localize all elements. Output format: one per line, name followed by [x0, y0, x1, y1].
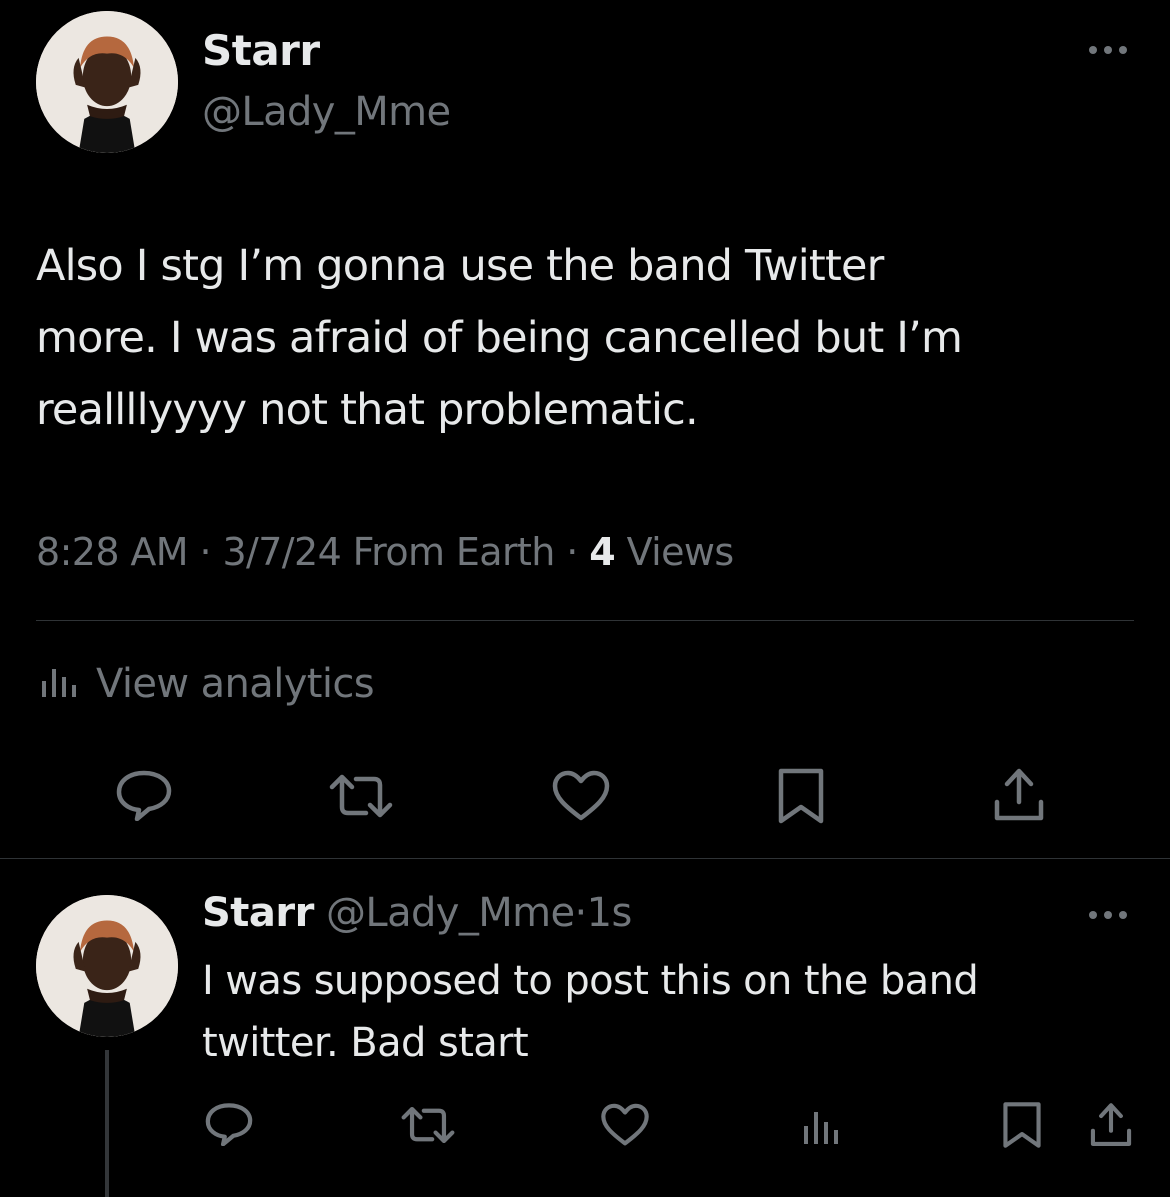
tweet-text-line: twitter. Bad start — [202, 1020, 529, 1066]
tweet-text-line: I was supposed to post this on the band — [202, 958, 979, 1004]
divider — [0, 858, 1170, 859]
tweet-time[interactable]: 8:28 AM — [36, 530, 189, 574]
views-count: 4 — [589, 530, 616, 574]
bookmark-icon[interactable] — [777, 767, 825, 825]
thread-line — [105, 1050, 109, 1197]
heart-icon[interactable] — [551, 770, 611, 822]
more-horizontal-icon[interactable] — [1086, 905, 1130, 925]
bookmark-icon[interactable] — [1002, 1101, 1042, 1149]
tweet-time-ago[interactable]: 1s — [587, 890, 633, 936]
tweet-text: Also I stg I’m gonna use the band Twitte… — [36, 230, 1146, 446]
separator: · — [199, 530, 211, 574]
view-analytics-label: View analytics — [96, 661, 375, 707]
reply-icon[interactable] — [204, 1102, 254, 1146]
separator: · — [574, 890, 588, 936]
author-handle[interactable]: @Lady_Mme — [202, 89, 451, 135]
share-icon[interactable] — [1088, 1101, 1134, 1149]
divider — [36, 620, 1134, 621]
reply-icon[interactable] — [115, 769, 173, 821]
separator: · — [566, 530, 578, 574]
share-icon[interactable] — [991, 766, 1047, 824]
bar-chart-icon[interactable] — [802, 1108, 842, 1144]
avatar-image — [36, 11, 178, 153]
tweet-date-location[interactable]: 3/7/24 From Earth — [222, 530, 555, 574]
more-horizontal-icon[interactable] — [1086, 40, 1130, 60]
heart-icon[interactable] — [600, 1103, 650, 1147]
bar-chart-icon — [40, 661, 78, 707]
retweet-icon[interactable] — [398, 1104, 458, 1146]
author-handle[interactable]: @Lady_Mme — [326, 890, 575, 936]
tweet-text-line: more. I was afraid of being cancelled bu… — [36, 313, 963, 363]
author-name[interactable]: Starr — [202, 26, 320, 75]
tweet-text: I was supposed to post this on the band … — [202, 950, 1142, 1074]
retweet-icon[interactable] — [326, 771, 396, 821]
author-name[interactable]: Starr — [202, 890, 314, 936]
view-analytics-link[interactable]: View analytics — [40, 656, 375, 712]
avatar[interactable] — [36, 11, 178, 153]
avatar-image — [36, 895, 178, 1037]
reply-header: Starr @Lady_Mme·1s — [202, 890, 632, 936]
tweet-text-line: reallllyyyy not that problematic. — [36, 385, 699, 435]
views-label: Views — [626, 530, 735, 574]
tweet-meta: 8:28 AM · 3/7/24 From Earth · 4 Views — [36, 530, 734, 574]
tweet-text-line: Also I stg I’m gonna use the band Twitte… — [36, 241, 884, 291]
avatar[interactable] — [36, 895, 178, 1037]
